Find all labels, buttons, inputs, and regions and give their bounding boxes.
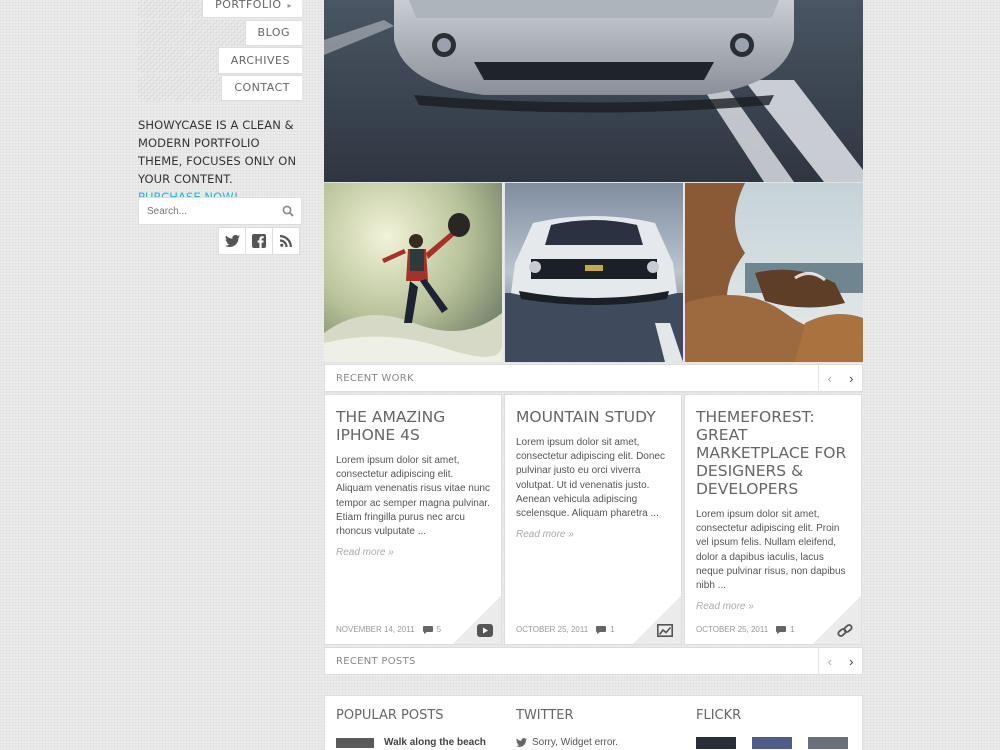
nav-label: PORTFOLIO — [215, 0, 282, 11]
comment-icon — [596, 625, 607, 634]
post-title[interactable]: MOUNTAIN STUDY — [505, 395, 681, 426]
popular-post-item[interactable]: Walk along the beach — [336, 737, 486, 748]
recent-work-bar: RECENT WORK ‹ › — [324, 364, 863, 392]
post-meta: OCTOBER 25, 2011 1 — [696, 625, 795, 634]
twitter-icon — [516, 738, 527, 747]
recent-posts-bar: RECENT POSTS ‹ › — [324, 647, 863, 675]
read-more-link[interactable]: Read more » — [505, 521, 681, 540]
widget-title: POPULAR POSTS — [336, 708, 444, 723]
post-thumbnail[interactable] — [336, 737, 374, 748]
post-card: MOUNTAIN STUDY Lorem ipsum dolor sit ame… — [504, 394, 682, 645]
comment-count: 1 — [790, 625, 795, 634]
twitter-icon — [224, 235, 240, 247]
car-front-image — [324, 0, 863, 182]
nav-item-portfolio[interactable]: PORTFOLIO ▸ — [138, 0, 302, 18]
tweet-item: Sorry, Widget error. — [516, 737, 618, 748]
popular-post-title[interactable]: Walk along the beach — [384, 737, 486, 748]
facebook-icon — [252, 234, 266, 248]
thumbnail-jumper[interactable] — [324, 183, 502, 362]
post-meta: OCTOBER 25, 2011 1 — [516, 625, 615, 634]
video-icon — [477, 624, 493, 637]
comment-count: 5 — [436, 625, 442, 634]
flickr-widget: FLICKR — [696, 708, 848, 749]
carousel-pager: ‹ › — [818, 648, 862, 674]
nav-tab[interactable]: CONTACT — [221, 75, 302, 101]
camaro-image — [505, 183, 683, 362]
rss-button[interactable] — [272, 227, 300, 255]
search-icon[interactable] — [282, 205, 294, 217]
nav-item-archives[interactable]: ARCHIVES — [138, 47, 302, 74]
chevron-left-icon[interactable]: ‹ — [819, 648, 841, 674]
post-excerpt: Lorem ipsum dolor sit amet, consectetur … — [336, 455, 490, 538]
post-title[interactable]: THEMEFOREST: GREAT MARKETPLACE FOR DESIG… — [685, 395, 861, 498]
comment-icon — [776, 625, 787, 634]
social-links — [218, 227, 300, 255]
nav-tab[interactable]: PORTFOLIO ▸ — [202, 0, 302, 18]
thumbnail-camaro[interactable] — [505, 183, 683, 362]
nav-item-blog[interactable]: BLOG — [138, 20, 302, 46]
comment-count: 1 — [610, 625, 615, 634]
search-box — [138, 197, 302, 225]
nav-label: BLOG — [257, 26, 290, 39]
nav-tab[interactable]: ARCHIVES — [217, 47, 302, 74]
tagline: SHOWYCASE IS A CLEAN & MODERN PORTFOLIO … — [138, 116, 298, 206]
thumbnail-rocks[interactable] — [685, 183, 863, 362]
link-icon — [837, 624, 853, 637]
post-date: OCTOBER 25, 2011 — [696, 625, 769, 634]
chevron-right-icon[interactable]: › — [841, 648, 863, 674]
thumbnail-gallery — [324, 183, 863, 362]
tweet-text: Sorry, Widget error. — [532, 737, 618, 748]
nav-item-contact[interactable]: CONTACT — [138, 75, 302, 101]
post-date: OCTOBER 25, 2011 — [516, 625, 589, 634]
chevron-right-icon[interactable]: › — [841, 365, 863, 391]
nav-label: ARCHIVES — [230, 54, 290, 67]
flickr-thumb[interactable] — [696, 737, 736, 749]
post-meta: NOVEMBER 14, 2011 5 — [336, 625, 441, 634]
comments-link[interactable]: 1 — [776, 625, 795, 634]
comment-icon — [422, 625, 433, 634]
post-date: NOVEMBER 14, 2011 — [336, 625, 415, 634]
post-card: THE AMAZING IPHONE 4S Lorem ipsum dolor … — [324, 394, 502, 645]
post-card: THEMEFOREST: GREAT MARKETPLACE FOR DESIG… — [684, 394, 862, 645]
footer-widgets: POPULAR POSTS Walk along the beach TWITT… — [324, 695, 863, 750]
carousel-pager: ‹ › — [818, 365, 862, 391]
twitter-widget: TWITTER Sorry, Widget error. — [516, 708, 618, 748]
widget-title: FLICKR — [696, 708, 742, 723]
post-title[interactable]: THE AMAZING IPHONE 4S — [325, 395, 501, 444]
image-icon — [657, 624, 673, 637]
chevron-right-icon: ▸ — [287, 1, 292, 10]
flickr-thumbs — [696, 737, 848, 749]
nav-tab[interactable]: BLOG — [244, 20, 302, 46]
rss-icon — [280, 235, 292, 247]
post-excerpt: Lorem ipsum dolor sit amet, consectetur … — [696, 509, 846, 592]
section-title: RECENT WORK — [336, 373, 414, 384]
rocks-image — [685, 183, 863, 362]
post-excerpt: Lorem ipsum dolor sit amet, consectetur … — [516, 437, 665, 520]
popular-posts-widget: POPULAR POSTS Walk along the beach — [336, 708, 486, 748]
search-input[interactable] — [139, 198, 269, 224]
comments-link[interactable]: 5 — [422, 625, 442, 634]
hero-image[interactable] — [324, 0, 863, 182]
flickr-thumb[interactable] — [752, 737, 792, 749]
chevron-left-icon[interactable]: ‹ — [819, 365, 841, 391]
comments-link[interactable]: 1 — [596, 625, 615, 634]
read-more-link[interactable]: Read more » — [325, 539, 501, 558]
jumper-image — [324, 183, 502, 362]
widget-title: TWITTER — [516, 708, 574, 723]
section-title: RECENT POSTS — [336, 656, 416, 667]
flickr-thumb[interactable] — [808, 737, 848, 749]
facebook-button[interactable] — [245, 227, 273, 255]
nav-label: CONTACT — [234, 81, 290, 94]
tagline-text: SHOWYCASE IS A CLEAN & MODERN PORTFOLIO … — [138, 118, 297, 186]
twitter-button[interactable] — [218, 227, 246, 255]
